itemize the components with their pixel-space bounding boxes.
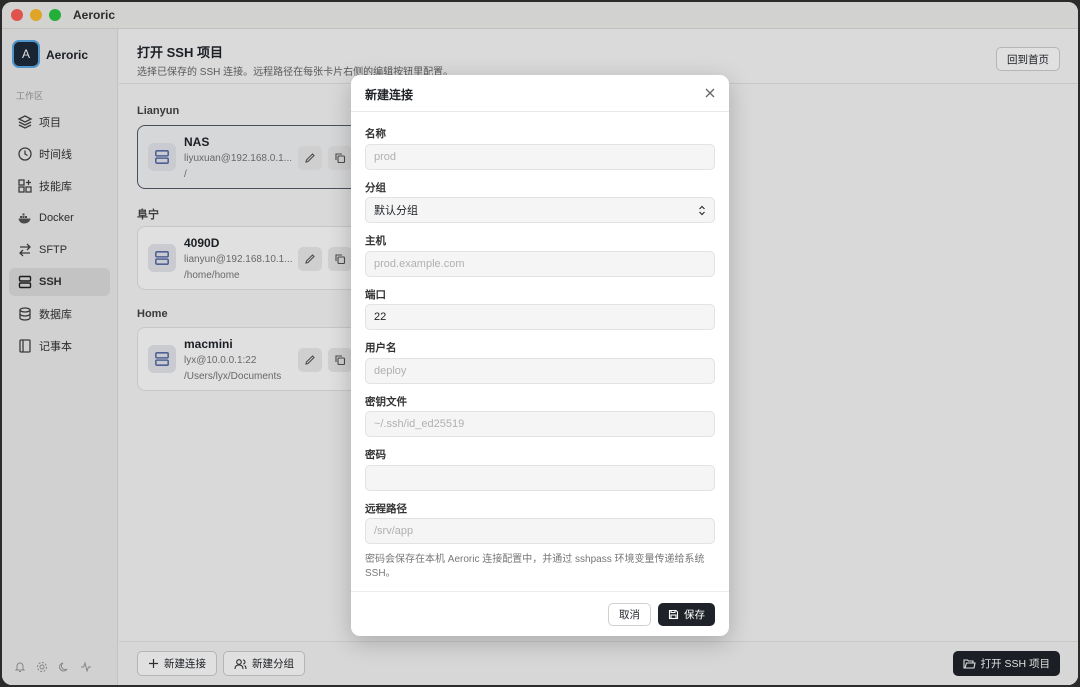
port-input[interactable] [365, 304, 715, 330]
dialog-header: 新建连接 [351, 75, 729, 112]
group-select-value: 默认分组 [374, 205, 418, 217]
save-icon [668, 609, 679, 620]
chevron-up-down-icon [699, 205, 705, 215]
save-label: 保存 [684, 609, 705, 621]
password-note: 密码会保存在本机 Aeroric 连接配置中，并通过 sshpass 环境变量传… [365, 554, 705, 579]
dialog-title: 新建连接 [365, 88, 414, 102]
password-label: 密码 [365, 449, 386, 461]
username-label: 用户名 [365, 342, 397, 354]
save-button[interactable]: 保存 [658, 603, 715, 626]
host-label: 主机 [365, 235, 386, 247]
dialog-footer: 取消 保存 [351, 591, 729, 636]
group-label: 分组 [365, 182, 386, 194]
remote-path-input[interactable] [365, 518, 715, 544]
username-input[interactable] [365, 358, 715, 384]
key-file-input[interactable] [365, 411, 715, 437]
port-label: 端口 [365, 289, 386, 301]
host-input[interactable] [365, 251, 715, 277]
password-input[interactable] [365, 465, 715, 491]
new-connection-dialog: 新建连接 名称 分组 默认分组 主机 端口 用户名 密钥文件 密码 远程路径 密… [351, 75, 729, 636]
cancel-button[interactable]: 取消 [608, 603, 651, 626]
name-label: 名称 [365, 128, 386, 140]
close-icon[interactable] [703, 86, 717, 100]
group-select[interactable]: 默认分组 [365, 197, 715, 223]
key-file-label: 密钥文件 [365, 396, 407, 408]
name-input[interactable] [365, 144, 715, 170]
remote-path-label: 远程路径 [365, 503, 407, 515]
